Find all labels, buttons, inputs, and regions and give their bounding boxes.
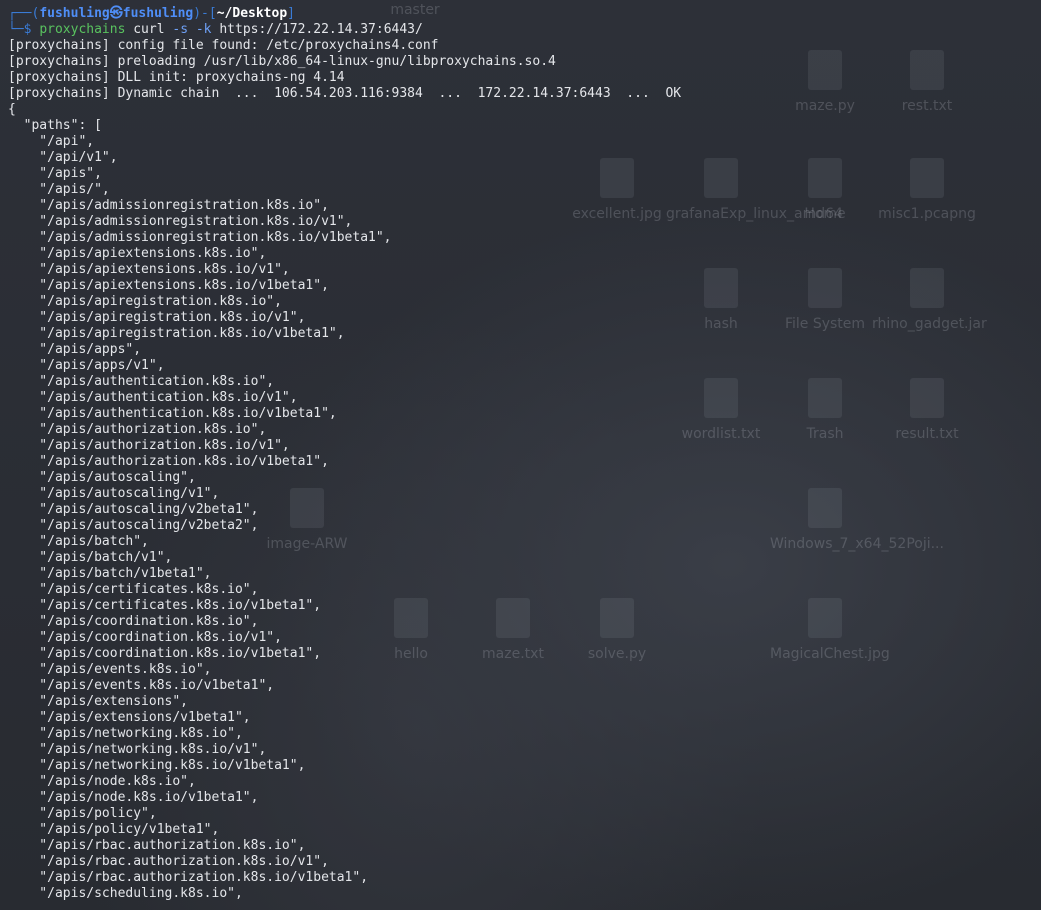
prompt-cwd: ~/Desktop xyxy=(216,6,288,21)
output-line: "/apis/apiregistration.k8s.io/v1", xyxy=(8,310,306,325)
output-line: "paths": [ xyxy=(8,118,102,133)
output-line: "/apis/coordination.k8s.io/v1beta1", xyxy=(8,646,322,661)
output-line: "/apis/batch", xyxy=(8,534,149,549)
output-line: "/apis/certificates.k8s.io/v1beta1", xyxy=(8,598,322,613)
output-line: "/apis/networking.k8s.io/v1", xyxy=(8,742,267,757)
prompt-user: fushuling xyxy=(39,6,110,21)
output-line: "/apis/autoscaling/v2beta1", xyxy=(8,502,259,517)
output-line: "/apis/authorization.k8s.io/v1beta1", xyxy=(8,454,329,469)
output-line: "/apis/extensions", xyxy=(8,694,189,709)
command-name: proxychains xyxy=(39,22,126,37)
output-line: "/apis/coordination.k8s.io", xyxy=(8,614,259,629)
output-line: "/apis/networking.k8s.io", xyxy=(8,726,243,741)
output-line: "/apis/batch/v1beta1", xyxy=(8,566,212,581)
output-line: "/apis/rbac.authorization.k8s.io/v1", xyxy=(8,854,329,869)
output-line: "/apis/networking.k8s.io/v1beta1", xyxy=(8,758,306,773)
output-line: "/apis/apiextensions.k8s.io/v1beta1", xyxy=(8,278,329,293)
output-line: "/apis/apps/v1", xyxy=(8,358,165,373)
output-line: "/apis/rbac.authorization.k8s.io", xyxy=(8,838,306,853)
output-line: "/apis/policy/v1beta1", xyxy=(8,822,220,837)
prompt-line: ┌──(fushuling㉿fushuling)-[~/Desktop] xyxy=(8,6,1041,22)
output-line: "/apis/node.k8s.io", xyxy=(8,774,196,789)
output-line: "/apis/batch/v1", xyxy=(8,550,173,565)
output-line: "/apis/certificates.k8s.io", xyxy=(8,582,259,597)
output-line: "/apis/authentication.k8s.io", xyxy=(8,374,275,389)
output-line: "/apis/coordination.k8s.io/v1", xyxy=(8,630,282,645)
output-line: "/apis/apiextensions.k8s.io", xyxy=(8,246,267,261)
output-line: { xyxy=(8,102,16,117)
output-line: "/apis/autoscaling", xyxy=(8,470,196,485)
output-line: "/apis/policy", xyxy=(8,806,157,821)
prompt-dollar: └─$ xyxy=(8,22,40,37)
command-args: curl xyxy=(125,22,173,37)
output-line: [proxychains] config file found: /etc/pr… xyxy=(8,38,439,53)
output-line: [proxychains] Dynamic chain ... 106.54.2… xyxy=(8,86,682,101)
output-line: "/apis/admissionregistration.k8s.io", xyxy=(8,198,329,213)
output-line: "/apis/admissionregistration.k8s.io/v1", xyxy=(8,214,353,229)
terminal-output: [proxychains] config file found: /etc/pr… xyxy=(8,38,1041,902)
prompt-at-symbol: ㉿ xyxy=(109,6,123,21)
command-url: https://172.22.14.37:6443/ xyxy=(211,22,423,37)
output-line: "/apis/admissionregistration.k8s.io/v1be… xyxy=(8,230,392,245)
output-line: "/apis/extensions/v1beta1", xyxy=(8,710,251,725)
prompt-host: fushuling xyxy=(122,6,194,21)
output-line: "/apis/apps", xyxy=(8,342,142,357)
output-line: "/apis/autoscaling/v2beta2", xyxy=(8,518,259,533)
output-line: "/apis", xyxy=(8,166,102,181)
output-line: "/apis/authorization.k8s.io/v1", xyxy=(8,438,290,453)
command-flags: -s -k xyxy=(172,22,212,37)
output-line: [proxychains] DLL init: proxychains-ng 4… xyxy=(8,70,345,85)
output-line: "/api/v1", xyxy=(8,150,118,165)
output-line: "/apis/apiregistration.k8s.io", xyxy=(8,294,282,309)
output-line: "/apis/events.k8s.io", xyxy=(8,662,212,677)
prompt-frame: )-[ xyxy=(193,6,217,21)
output-line: "/apis/authorization.k8s.io", xyxy=(8,422,267,437)
output-line: [proxychains] preloading /usr/lib/x86_64… xyxy=(8,54,556,69)
output-line: "/apis/events.k8s.io/v1beta1", xyxy=(8,678,275,693)
terminal-window[interactable]: ┌──(fushuling㉿fushuling)-[~/Desktop] └─$… xyxy=(0,0,1041,910)
command-line[interactable]: └─$ proxychains curl -s -k https://172.2… xyxy=(8,22,1041,38)
output-line: "/api", xyxy=(8,134,95,149)
output-line: "/apis/rbac.authorization.k8s.io/v1beta1… xyxy=(8,870,369,885)
output-line: "/apis/node.k8s.io/v1beta1", xyxy=(8,790,259,805)
prompt-frame: ┌──( xyxy=(8,6,40,21)
prompt-frame: ] xyxy=(287,6,295,21)
output-line: "/apis/apiregistration.k8s.io/v1beta1", xyxy=(8,326,345,341)
output-line: "/apis/scheduling.k8s.io", xyxy=(8,886,243,901)
output-line: "/apis/autoscaling/v1", xyxy=(8,486,220,501)
output-line: "/apis/authentication.k8s.io/v1beta1", xyxy=(8,406,337,421)
output-line: "/apis/authentication.k8s.io/v1", xyxy=(8,390,298,405)
output-line: "/apis/", xyxy=(8,182,110,197)
output-line: "/apis/apiextensions.k8s.io/v1", xyxy=(8,262,290,277)
